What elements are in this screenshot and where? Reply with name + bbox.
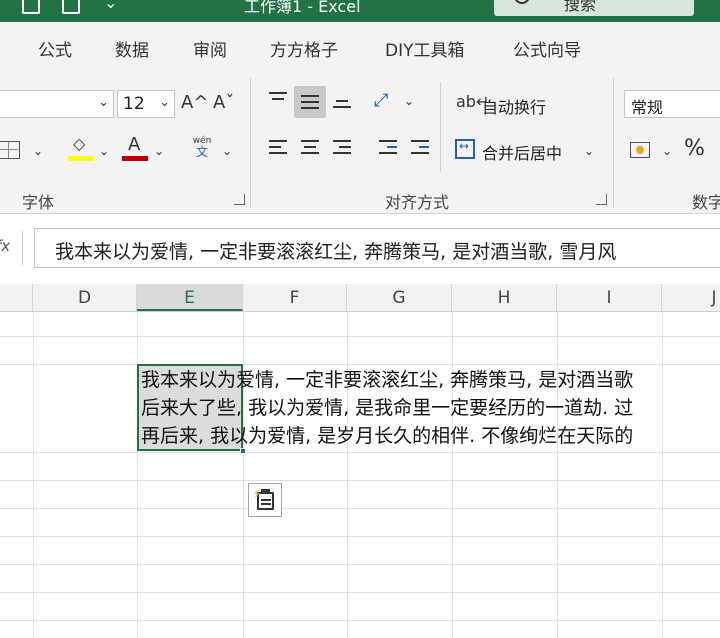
accounting-format-icon[interactable] — [630, 142, 650, 158]
align-center-icon[interactable] — [294, 132, 326, 164]
window-title: 工作簿1 - Excel — [244, 0, 361, 16]
gridline — [0, 336, 720, 337]
cell-area[interactable]: 我本来以为爱情, 一定非要滚滚红尘, 奔腾策马, 是对酒当歌 后来大了些, 我以… — [0, 312, 720, 638]
gridline — [0, 592, 720, 593]
new-document-icon[interactable] — [62, 0, 80, 14]
align-middle-icon[interactable] — [294, 86, 326, 118]
gridline — [0, 536, 720, 537]
merge-center-icon[interactable]: ↔ — [455, 139, 475, 159]
phonetic-bottom: 文 — [195, 145, 208, 159]
number-group-label: 数字 — [692, 193, 720, 212]
lightning-icon: ⚡ — [253, 487, 262, 501]
divider — [440, 82, 441, 172]
column-header-e[interactable]: E — [137, 284, 243, 311]
gridline — [137, 312, 138, 638]
tab-review[interactable]: 审阅 — [193, 36, 227, 61]
align-right-icon[interactable] — [326, 132, 358, 164]
tab-formulas[interactable]: 公式 — [38, 36, 72, 61]
tab-diy-toolbox[interactable]: DIY工具箱 — [385, 36, 465, 61]
formula-input[interactable]: 我本来以为爱情, 一定非要滚滚红尘, 奔腾策马, 是对酒当歌, 雪月风 — [34, 228, 720, 268]
accounting-chevron-icon[interactable]: ⌄ — [662, 144, 672, 158]
cell-text-line-3: 再后来, 我以为爱情, 是岁月长久的相伴. 不像绚烂在天际的 — [141, 425, 634, 447]
divider — [22, 231, 23, 265]
percent-style-icon[interactable]: % — [684, 136, 705, 161]
chevron-down-icon: ⌄ — [159, 95, 170, 110]
alignment-group-label: 对齐方式 — [385, 193, 450, 212]
font-color-icon[interactable]: A — [122, 134, 148, 162]
phonetic-guide-icon[interactable]: wén 文 — [190, 136, 214, 160]
gridline — [662, 312, 663, 638]
gridline — [0, 564, 720, 565]
align-left-icon[interactable] — [262, 132, 294, 164]
clipboard-lines — [261, 499, 271, 501]
column-header-j[interactable]: J — [662, 284, 720, 311]
phonetic-chevron-icon[interactable]: ⌄ — [222, 144, 232, 158]
decrease-indent-icon[interactable] — [372, 132, 404, 164]
gridline — [0, 452, 720, 453]
paste-options-button[interactable]: ⚡ — [248, 483, 282, 517]
formula-text: 我本来以为爱情, 一定非要滚滚红尘, 奔腾策马, 是对酒当歌, 雪月风 — [55, 241, 617, 263]
gridline — [0, 364, 720, 365]
formula-bar: fx 我本来以为爱情, 一定非要滚滚红尘, 奔腾策马, 是对酒当歌, 雪月风 — [0, 214, 720, 284]
gridline — [0, 480, 720, 481]
increase-indent-icon[interactable] — [404, 132, 436, 164]
number-format-value: 常规 — [631, 98, 664, 117]
shrink-font-icon[interactable]: Aˇ — [213, 92, 234, 113]
column-header-h[interactable]: H — [452, 284, 557, 311]
gridline — [452, 312, 453, 638]
fill-color-icon[interactable]: ◇ — [68, 134, 94, 162]
search-box[interactable]: 搜索 — [494, 0, 694, 16]
borders-chevron-icon[interactable]: ⌄ — [33, 144, 43, 158]
font-size-dropdown[interactable]: 12 ⌄ — [117, 90, 175, 118]
font-size-value: 12 — [123, 94, 145, 114]
gridline — [557, 312, 558, 638]
cell-text-line-2: 后来大了些, 我以为爱情, 是我命里一定要经历的一道劫. 过 — [141, 397, 634, 419]
gridline — [243, 312, 244, 638]
gridline — [0, 508, 720, 509]
tab-fangfang[interactable]: 方方格子 — [270, 36, 338, 61]
align-top-icon[interactable] — [262, 86, 294, 118]
orientation-chevron-icon[interactable]: ⌄ — [404, 94, 414, 108]
divider — [613, 78, 614, 208]
align-bottom-icon[interactable] — [326, 86, 358, 118]
search-label: 搜索 — [564, 0, 597, 14]
gridline — [0, 620, 720, 621]
clipboard-clip — [261, 489, 270, 494]
save-icon[interactable] — [22, 0, 40, 14]
font-color-chevron-icon[interactable]: ⌄ — [154, 144, 164, 158]
orientation-icon[interactable]: ⤢ — [374, 90, 388, 111]
fill-color-chevron-icon[interactable]: ⌄ — [99, 144, 109, 158]
title-bar: ⌄ 工作簿1 - Excel 搜索 — [0, 0, 720, 22]
grow-font-icon[interactable]: A^ — [181, 92, 208, 113]
font-group-label: 字体 — [22, 193, 55, 212]
search-icon — [514, 0, 530, 4]
column-header-f[interactable]: F — [243, 284, 347, 311]
chevron-down-icon: ⌄ — [98, 95, 109, 110]
column-headers: D E F G H I J — [0, 284, 720, 312]
cell-text-line-1: 我本来以为爱情, 一定非要滚滚红尘, 奔腾策马, 是对酒当歌 — [141, 369, 634, 391]
tab-formula-wizard[interactable]: 公式向导 — [513, 36, 581, 61]
merge-center-label[interactable]: 合并后居中 — [482, 140, 562, 164]
tab-data[interactable]: 数据 — [115, 36, 149, 61]
number-format-dropdown[interactable]: 常规 — [624, 90, 720, 118]
merge-chevron-icon[interactable]: ⌄ — [584, 144, 594, 158]
gridline — [347, 312, 348, 638]
borders-icon[interactable] — [0, 141, 20, 159]
alignment-dialog-launcher-icon[interactable] — [596, 194, 607, 205]
column-header-d[interactable]: D — [33, 284, 137, 311]
divider — [250, 78, 251, 208]
wrap-text-label[interactable]: 自动换行 — [482, 94, 546, 118]
insert-function-icon[interactable]: fx — [0, 237, 10, 255]
column-header-c[interactable] — [0, 284, 33, 311]
spreadsheet-grid: D E F G H I J 我本来以为爱情, 一定非要滚滚红尘, 奔腾策马, 是… — [0, 284, 720, 638]
gridline — [33, 312, 34, 638]
quick-access-chevron-icon[interactable]: ⌄ — [104, 0, 117, 12]
font-name-dropdown[interactable]: ⌄ — [0, 90, 114, 118]
ribbon-tabs: 公式 数据 审阅 方方格子 DIY工具箱 公式向导 — [0, 22, 720, 72]
ribbon: ⌄ 12 ⌄ A^ Aˇ ⌄ ◇ ⌄ A ⌄ wén 文 ⌄ 字体 ⤢ ⌄ ab… — [0, 72, 720, 214]
column-header-g[interactable]: G — [347, 284, 452, 311]
font-dialog-launcher-icon[interactable] — [234, 194, 245, 205]
column-header-i[interactable]: I — [557, 284, 662, 311]
